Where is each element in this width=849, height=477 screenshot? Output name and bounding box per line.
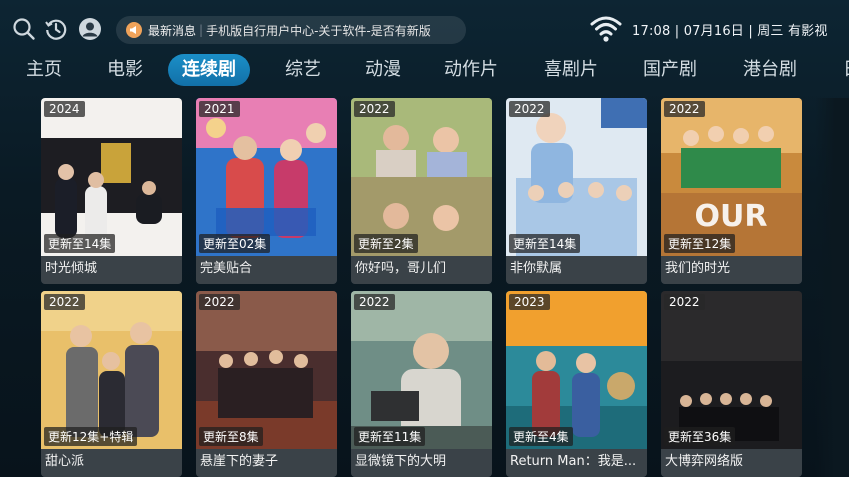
episode-badge: 更新至11集 xyxy=(354,427,426,446)
episode-badge: 更新至02集 xyxy=(199,234,271,253)
year-badge: 2022 xyxy=(509,101,550,117)
category-nav: 主页 电影 连续剧 综艺 动漫 动作片 喜剧片 国产剧 港台剧 日 xyxy=(0,52,849,88)
poster-image xyxy=(351,291,492,449)
show-title: 你好吗，哥儿们 xyxy=(351,256,492,284)
top-bar: 最新消息 | 手机版自行用户中心-关于软件-是否有新版 17:08 | 07月1… xyxy=(0,0,849,52)
tab-anime[interactable]: 动漫 xyxy=(365,54,401,86)
poster-image xyxy=(41,291,182,449)
show-card[interactable]: 2022 更新至11集 显微镜下的大明 xyxy=(351,291,492,477)
news-ticker[interactable]: 最新消息 | 手机版自行用户中心-关于软件-是否有新版 xyxy=(116,16,466,44)
year-badge: 2022 xyxy=(199,294,240,310)
show-card[interactable]: 2022 更新至2集 你好吗，哥儿们 xyxy=(351,98,492,284)
scroll-fade-edge xyxy=(815,98,849,477)
poster-image: OUR xyxy=(661,98,802,256)
show-title: 悬崖下的妻子 xyxy=(196,449,337,477)
episode-badge: 更新至14集 xyxy=(44,234,116,253)
show-title: 大博弈网络版 xyxy=(661,449,802,477)
year-badge: 2022 xyxy=(354,101,395,117)
poster-image xyxy=(196,98,337,256)
show-title: 非你默属 xyxy=(506,256,647,284)
tab-hk-tw[interactable]: 港台剧 xyxy=(743,54,797,86)
year-badge: 2022 xyxy=(44,294,85,310)
year-badge: 2023 xyxy=(509,294,550,310)
user-icon[interactable] xyxy=(78,17,102,41)
megaphone-icon xyxy=(126,22,142,38)
show-title: 显微镜下的大明 xyxy=(351,449,492,477)
show-card[interactable]: 2022 更新12集+特辑 甜心派 xyxy=(41,291,182,477)
show-card[interactable]: 2022 更新至8集 悬崖下的妻子 xyxy=(196,291,337,477)
show-card[interactable]: 2024 更新至14集 时光倾城 xyxy=(41,98,182,284)
episode-badge: 更新12集+特辑 xyxy=(44,427,138,446)
poster-image xyxy=(506,98,647,256)
show-title: 完美贴合 xyxy=(196,256,337,284)
poster-image xyxy=(196,291,337,449)
year-badge: 2021 xyxy=(199,101,240,117)
poster-image xyxy=(351,98,492,256)
tab-home[interactable]: 主页 xyxy=(26,54,62,86)
year-badge: 2022 xyxy=(664,101,705,117)
tab-comedy[interactable]: 喜剧片 xyxy=(544,54,598,86)
year-badge: 2022 xyxy=(664,294,705,310)
status-area: 17:08 | 07月16日 | 周三 有影视 xyxy=(590,12,828,46)
episode-badge: 更新至2集 xyxy=(354,234,418,253)
episode-badge: 更新至14集 xyxy=(509,234,581,253)
poster-image xyxy=(661,291,802,449)
history-icon[interactable] xyxy=(44,17,68,41)
show-card[interactable]: OUR 2022 更新至12集 我们的时光 xyxy=(661,98,802,284)
year-badge: 2024 xyxy=(44,101,85,117)
wifi-icon xyxy=(590,16,622,42)
tab-domestic[interactable]: 国产剧 xyxy=(643,54,697,86)
episode-badge: 更新至8集 xyxy=(199,427,263,446)
poster-image xyxy=(506,291,647,449)
year-badge: 2022 xyxy=(354,294,395,310)
show-card[interactable]: 2023 更新至4集 Return Man：我是... xyxy=(506,291,647,477)
tab-japanese[interactable]: 日 xyxy=(843,54,849,86)
news-text: 手机版自行用户中心-关于软件-是否有新版 xyxy=(206,23,431,38)
episode-badge: 更新至4集 xyxy=(509,427,573,446)
show-title: 时光倾城 xyxy=(41,256,182,284)
show-card[interactable]: 2021 更新至02集 完美贴合 xyxy=(196,98,337,284)
tab-movies[interactable]: 电影 xyxy=(107,54,143,86)
svg-text:OUR: OUR xyxy=(695,199,768,234)
news-separator: | xyxy=(199,23,204,37)
poster-image xyxy=(41,98,182,256)
tab-series[interactable]: 连续剧 xyxy=(168,54,250,86)
search-icon[interactable] xyxy=(12,17,36,41)
tab-action[interactable]: 动作片 xyxy=(444,54,498,86)
show-card[interactable]: 2022 更新至36集 大博弈网络版 xyxy=(661,291,802,477)
show-card[interactable]: 2022 更新至14集 非你默属 xyxy=(506,98,647,284)
show-title: 甜心派 xyxy=(41,449,182,477)
news-label: 最新消息 xyxy=(148,23,197,38)
show-title: Return Man：我是... xyxy=(506,449,647,477)
tab-variety[interactable]: 综艺 xyxy=(285,54,321,86)
episode-badge: 更新至12集 xyxy=(664,234,736,253)
status-text: 17:08 | 07月16日 | 周三 有影视 xyxy=(632,23,828,39)
show-title: 我们的时光 xyxy=(661,256,802,284)
episode-badge: 更新至36集 xyxy=(664,427,736,446)
